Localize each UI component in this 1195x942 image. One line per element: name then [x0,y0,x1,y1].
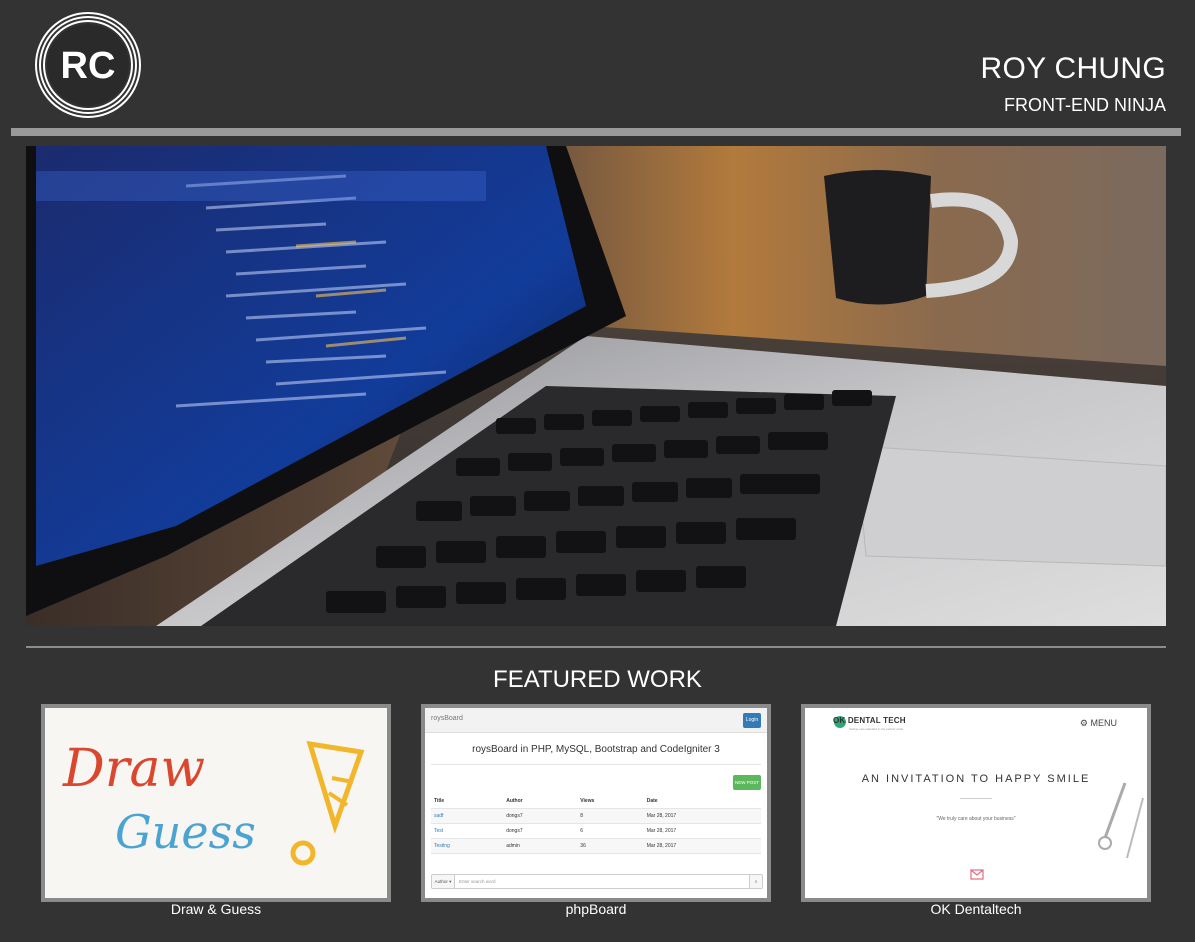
menu-label: MENU [1090,718,1118,728]
cell-views: 36 [577,838,644,854]
dental-logo-subtitle: Setting new standard in the perfect smil… [849,727,904,731]
column-header: Title [431,794,504,809]
dental-logo-text: OK DENTAL TECH [833,716,906,725]
dental-headline: AN INVITATION TO HAPPY SMILE [861,773,1091,785]
header-divider [11,128,1181,136]
project-caption[interactable]: Draw & Guess [41,901,391,917]
section-divider [26,646,1166,648]
table-row: Test dongs7 6 Mar 28, 2017 [431,823,761,839]
table-header-row: Title Author Views Date [431,794,761,809]
site-tagline: FRONT-END NINJA [1004,95,1166,115]
logo-text: RC [61,45,116,87]
cell-author: dongs7 [503,808,578,824]
cell-views: 8 [577,808,644,824]
project-card-draw-guess[interactable]: Draw Guess [41,704,391,902]
thumb-draw-text: Draw [62,739,205,799]
project-card-ok-dentaltech[interactable]: OK DENTAL TECH Setting new standard in t… [801,704,1151,902]
cell-date: Mar 28, 2017 [643,823,761,839]
cell-author: dongs7 [503,823,578,839]
cell-date: Mar 28, 2017 [643,808,761,824]
project-caption[interactable]: phpBoard [421,901,771,917]
new-post-button: NEW POST [733,775,761,790]
dental-quote: "We truly care about your business" [936,816,1016,822]
menu-button: ⚙ MENU [1080,718,1117,729]
column-header: Author [503,794,578,809]
posts-table: Title Author Views Date sadf dongs7 8 Ma… [431,794,761,854]
cell-views: 6 [577,823,644,839]
search-bar: Author ▾ Enter search word ⌕ [431,874,763,889]
divider [960,798,992,799]
site-logo[interactable]: RC [35,12,141,118]
cell-title: sadf [431,808,504,824]
column-header: Date [643,794,761,809]
search-placeholder: Enter search word [459,879,496,884]
divider [431,764,761,765]
author-dropdown: Author ▾ [432,875,455,888]
cell-date: Mar 28, 2017 [643,838,761,854]
site-owner-name: ROY CHUNG [980,52,1166,85]
table-row: sadf dongs7 8 Mar 28, 2017 [431,808,761,824]
table-row: Testing admin 36 Mar 28, 2017 [431,838,761,854]
search-icon: ⌕ [749,875,762,888]
project-caption[interactable]: OK Dentaltech [801,901,1151,917]
board-heading: roysBoard in PHP, MySQL, Bootstrap and C… [472,744,720,755]
cell-author: admin [503,838,578,854]
column-header: Views [577,794,644,809]
project-card-phpboard[interactable]: roysBoard Login roysBoard in PHP, MySQL,… [421,704,771,902]
cell-title: Testing [431,838,504,854]
hero-image [26,146,1166,626]
navbar: roysBoard Login [425,708,767,733]
featured-work-heading: FEATURED WORK [493,666,702,693]
cell-title: Test [431,823,504,839]
login-button: Login [743,713,761,728]
brand-label: roysBoard [431,715,463,722]
gear-icon: ⚙ [1079,718,1088,728]
thumb-guess-text: Guess [115,805,256,859]
